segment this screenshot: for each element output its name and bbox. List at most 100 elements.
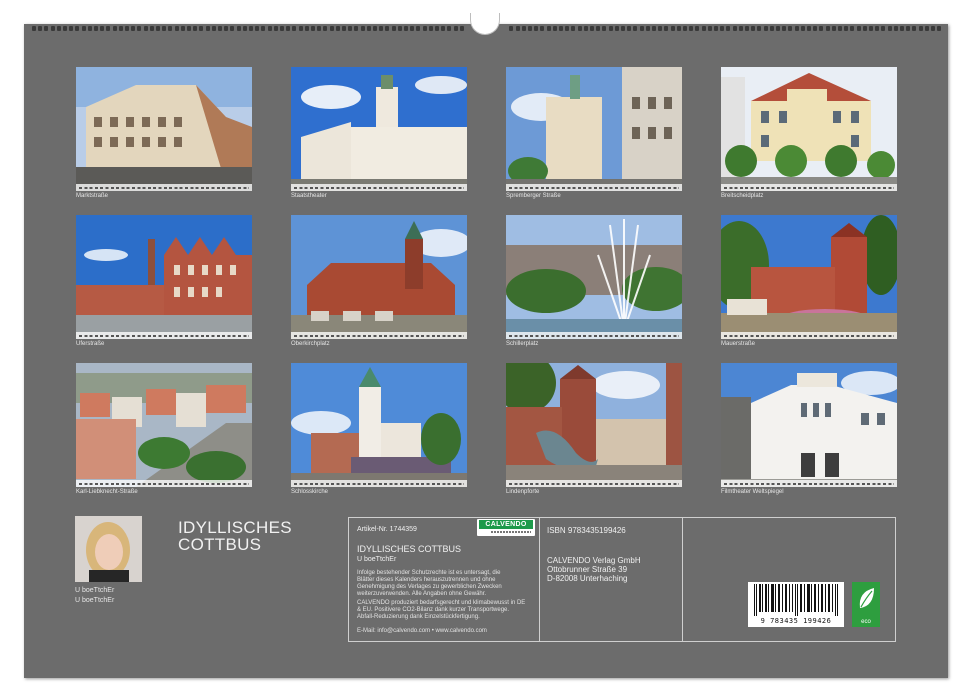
spiral-loop <box>831 26 836 31</box>
spiral-loop <box>800 26 805 31</box>
spiral-loop <box>639 26 644 31</box>
legal-notice-line4: weiterzuverwenden. Alle Angaben ohne Gew… <box>357 591 487 597</box>
spiral-loop <box>596 26 601 31</box>
spiral-loop <box>311 26 315 31</box>
spiral-loop <box>63 26 67 31</box>
spiral-loop <box>571 26 576 31</box>
spiral-loop <box>627 26 632 31</box>
spiral-loop <box>205 26 210 31</box>
eco-notice-line2: & EU. Positivere CO2-Bilanz dank kurzer … <box>357 607 510 613</box>
spiral-loop <box>583 26 588 31</box>
spiral-loop <box>881 26 886 31</box>
spiral-loop <box>887 26 892 31</box>
spiral-loop <box>230 26 235 31</box>
photo-uferstrasse <box>76 215 252 339</box>
spiral-loop <box>304 26 309 31</box>
spiral-loop <box>707 26 712 31</box>
photo-staatstheater <box>291 67 467 191</box>
spiral-loop <box>286 26 291 31</box>
calvendo-logo: CALVENDO <box>477 519 535 536</box>
spiral-loop <box>757 26 762 31</box>
eco-notice-line3: Abfall-Reduzierung dank Einzelstückferti… <box>357 614 480 620</box>
spiral-loop <box>106 26 111 31</box>
spiral-loop <box>534 26 539 31</box>
spiral-loop <box>38 26 43 31</box>
spiral-loop <box>683 26 687 31</box>
spiral-loop <box>100 26 105 31</box>
spiral-loop <box>416 26 421 31</box>
calendar-title: IDYLLISCHES COTTBUS <box>178 519 292 553</box>
spiral-loop <box>751 26 756 31</box>
spiral-loop <box>280 26 284 31</box>
photo-caption: Filmtheater Weltspiegel <box>721 489 784 495</box>
spiral-loop <box>168 26 173 31</box>
spiral-loop <box>410 26 415 31</box>
photo-caption: Mauerstraße <box>721 341 756 347</box>
isbn: ISBN 9783435199426 <box>547 526 626 535</box>
eco-notice-line1: CALVENDO produziert bedarfsgerecht und k… <box>357 600 526 606</box>
spiral-loop <box>459 26 464 31</box>
spiral-loop <box>69 26 74 31</box>
spiral-loop <box>838 26 842 31</box>
photo-spremberger-strasse <box>506 67 682 191</box>
spiral-loop <box>552 26 557 31</box>
spiral-loop <box>645 26 650 31</box>
spiral-loop <box>726 26 731 31</box>
spiral-loop <box>776 26 780 31</box>
photo-caption: Lindenpforte <box>506 489 540 495</box>
spiral-loop <box>404 26 408 31</box>
legal-notice-line3: Genehmigung des Verlages zu gewerblichen… <box>357 584 502 590</box>
spiral-loop <box>373 26 377 31</box>
spiral-loop <box>546 26 551 31</box>
spiral-loop <box>937 26 942 31</box>
spiral-loop <box>199 26 204 31</box>
spiral-loop <box>906 26 911 31</box>
leaf-icon <box>859 588 874 608</box>
photo-breitscheidplatz <box>721 67 897 191</box>
spiral-loop <box>435 26 439 31</box>
spiral-loop <box>701 26 706 31</box>
spiral-loop <box>900 26 904 31</box>
photo-mauerstrasse <box>721 215 897 339</box>
calendar-author: U boeTtchEr <box>357 556 397 563</box>
spiral-loop <box>893 26 898 31</box>
photo-caption: Schlosskirche <box>291 489 329 495</box>
author-name: U boeTtchEr <box>75 587 115 594</box>
spiral-loop <box>559 26 563 31</box>
spiral-loop <box>348 26 353 31</box>
spiral-loop <box>509 26 514 31</box>
spiral-loop <box>379 26 384 31</box>
spiral-loop <box>366 26 371 31</box>
spiral-loop <box>676 26 681 31</box>
spiral-loop <box>211 26 216 31</box>
spiral-loop <box>44 26 49 31</box>
spiral-loop <box>428 26 433 31</box>
spiral-loop <box>453 26 458 31</box>
spiral-loop <box>918 26 923 31</box>
spiral-loop <box>385 26 390 31</box>
isbn-barcode: 9 783435 199426 <box>748 582 844 627</box>
spiral-loop <box>267 26 272 31</box>
spiral-loop <box>87 26 92 31</box>
spiral-loop <box>794 26 799 31</box>
spiral-loop <box>590 26 594 31</box>
spiral-loop <box>118 26 123 31</box>
spiral-loop <box>149 26 154 31</box>
photo-caption: Karl-Liebknecht-Straße <box>76 489 138 495</box>
spiral-loop <box>354 26 359 31</box>
spiral-loop <box>125 26 129 31</box>
spiral-loop <box>782 26 787 31</box>
spiral-loop <box>819 26 824 31</box>
spiral-loop <box>614 26 619 31</box>
spiral-loop <box>670 26 675 31</box>
publisher-name: CALVENDO Verlag GmbH <box>547 556 641 565</box>
spiral-loop <box>329 26 334 31</box>
spiral-loop <box>738 26 743 31</box>
spiral-loop <box>391 26 396 31</box>
spiral-loop <box>695 26 700 31</box>
photo-caption: Schillerplatz <box>506 341 539 347</box>
spiral-loop <box>162 26 167 31</box>
spiral-loop <box>621 26 625 31</box>
spiral-loop <box>565 26 570 31</box>
spiral-loop <box>298 26 303 31</box>
